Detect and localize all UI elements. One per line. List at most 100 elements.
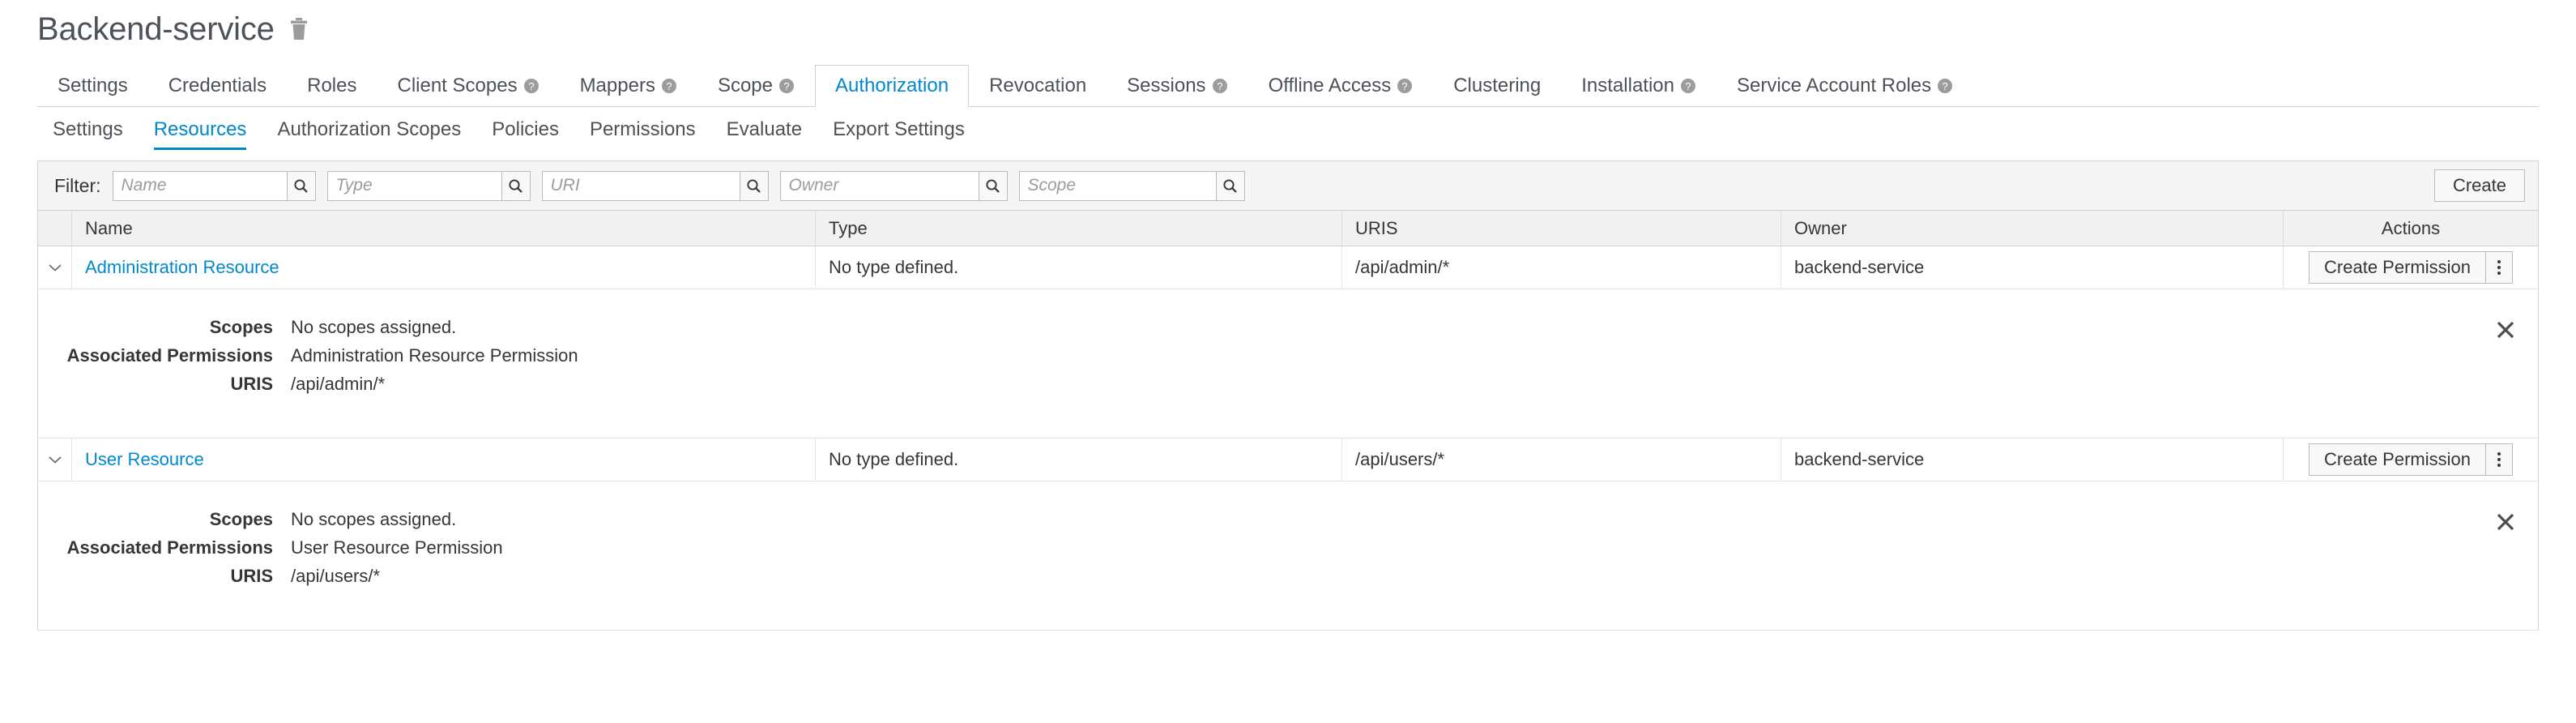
tab-service-account-roles[interactable]: Service Account Roles ? xyxy=(1717,65,1973,107)
chevron-down-icon xyxy=(48,455,62,464)
search-scope-button[interactable] xyxy=(1216,171,1245,201)
filter-scope-input[interactable] xyxy=(1019,171,1216,201)
help-icon[interactable]: ? xyxy=(1680,78,1696,94)
kebab-dot xyxy=(2497,266,2501,269)
tab-scope[interactable]: Scope ? xyxy=(697,65,815,107)
row-action-button-group: Create Permission xyxy=(2309,443,2513,476)
detail-permissions-label: Associated Permissions xyxy=(38,345,273,366)
row-kebab-menu-button[interactable] xyxy=(2486,443,2513,476)
header-owner: Owner xyxy=(1781,211,2284,246)
help-icon[interactable]: ? xyxy=(1397,78,1413,94)
kebab-dot xyxy=(2497,464,2501,467)
subtab-label: Permissions xyxy=(590,118,696,140)
svg-text:?: ? xyxy=(1685,80,1691,92)
detail-permissions-link[interactable]: User Resource Permission xyxy=(291,537,503,558)
tab-credentials[interactable]: Credentials xyxy=(148,65,287,107)
tab-revocation[interactable]: Revocation xyxy=(969,65,1107,107)
help-icon[interactable]: ? xyxy=(778,78,795,94)
table-row[interactable]: Administration Resource No type defined.… xyxy=(37,246,2539,289)
detail-row-permissions: Associated Permissions User Resource Per… xyxy=(38,537,2538,558)
close-icon[interactable] xyxy=(2494,511,2517,533)
tab-installation[interactable]: Installation ? xyxy=(1561,65,1717,107)
table-row[interactable]: User Resource No type defined. /api/user… xyxy=(37,439,2539,481)
tab-sessions[interactable]: Sessions ? xyxy=(1107,65,1247,107)
resource-name-link[interactable]: User Resource xyxy=(85,449,204,470)
subtab-label: Evaluate xyxy=(727,118,802,140)
detail-uris-value: /api/admin/* xyxy=(291,374,385,395)
resources-table: Name Type URIS Owner Actions Administrat… xyxy=(37,211,2539,631)
table-header-row: Name Type URIS Owner Actions xyxy=(37,211,2539,246)
subtab-resources[interactable]: Resources xyxy=(139,110,262,152)
subtab-permissions[interactable]: Permissions xyxy=(574,110,711,152)
close-icon[interactable] xyxy=(2494,319,2517,341)
filter-owner-input[interactable] xyxy=(780,171,979,201)
detail-row-permissions: Associated Permissions Administration Re… xyxy=(38,345,2538,366)
tab-label: Roles xyxy=(307,76,356,96)
filter-name-input[interactable] xyxy=(113,171,287,201)
tab-roles[interactable]: Roles xyxy=(287,65,377,107)
filter-group-owner xyxy=(780,171,1008,201)
detail-permissions-link[interactable]: Administration Resource Permission xyxy=(291,345,578,366)
search-name-button[interactable] xyxy=(287,171,316,201)
help-icon[interactable]: ? xyxy=(661,78,677,94)
header-uris: URIS xyxy=(1342,211,1781,246)
header-name: Name xyxy=(72,211,816,246)
tab-settings[interactable]: Settings xyxy=(37,65,148,107)
search-type-button[interactable] xyxy=(501,171,531,201)
detail-rows: Scopes No scopes assigned. Associated Pe… xyxy=(38,317,2538,395)
tab-offline-access[interactable]: Offline Access ? xyxy=(1248,65,1434,107)
detail-row-scopes: Scopes No scopes assigned. xyxy=(38,317,2538,338)
filter-uri-input[interactable] xyxy=(542,171,740,201)
tab-authorization[interactable]: Authorization xyxy=(815,65,969,107)
row-expand-toggle[interactable] xyxy=(38,246,72,289)
kebab-dot xyxy=(2497,260,2501,263)
detail-uris-value: /api/users/* xyxy=(291,566,380,587)
detail-scopes-label: Scopes xyxy=(38,317,273,338)
filter-type-input[interactable] xyxy=(327,171,501,201)
detail-scopes-value: No scopes assigned. xyxy=(291,509,456,530)
filter-group-name xyxy=(113,171,316,201)
tab-label: Settings xyxy=(58,76,128,96)
row-actions-cell: Create Permission xyxy=(2284,439,2538,481)
svg-text:?: ? xyxy=(1402,80,1408,92)
header-caret-spacer xyxy=(38,211,72,246)
tab-label: Mappers xyxy=(580,76,655,96)
help-icon[interactable]: ? xyxy=(1937,78,1953,94)
subtab-authorization-scopes[interactable]: Authorization Scopes xyxy=(262,110,476,152)
create-permission-button[interactable]: Create Permission xyxy=(2309,251,2486,284)
row-type-cell: No type defined. xyxy=(816,246,1342,289)
row-kebab-menu-button[interactable] xyxy=(2486,251,2513,284)
subtab-evaluate[interactable]: Evaluate xyxy=(711,110,817,152)
filter-group-scope xyxy=(1019,171,1245,201)
search-uri-button[interactable] xyxy=(740,171,769,201)
help-icon[interactable]: ? xyxy=(1212,78,1228,94)
create-button[interactable]: Create xyxy=(2434,169,2525,202)
create-permission-button[interactable]: Create Permission xyxy=(2309,443,2486,476)
row-uris-cell: /api/admin/* xyxy=(1342,246,1781,289)
detail-row-uris: URIS /api/admin/* xyxy=(38,374,2538,395)
tab-clustering[interactable]: Clustering xyxy=(1433,65,1561,107)
row-expand-toggle[interactable] xyxy=(38,439,72,481)
row-detail-panel: Scopes No scopes assigned. Associated Pe… xyxy=(37,481,2539,631)
subtab-label: Resources xyxy=(154,118,247,140)
subtab-export-settings[interactable]: Export Settings xyxy=(817,110,980,152)
resource-name-link[interactable]: Administration Resource xyxy=(85,257,279,278)
tab-client-scopes[interactable]: Client Scopes ? xyxy=(377,65,559,107)
tab-label: Sessions xyxy=(1127,76,1205,96)
detail-uris-label: URIS xyxy=(38,374,273,395)
subtab-settings[interactable]: Settings xyxy=(37,110,139,152)
primary-tab-bar: Settings Credentials Roles Client Scopes… xyxy=(37,62,2539,107)
row-actions-cell: Create Permission xyxy=(2284,246,2538,289)
filter-group-uri xyxy=(542,171,769,201)
tab-mappers[interactable]: Mappers ? xyxy=(560,65,697,107)
detail-row-uris: URIS /api/users/* xyxy=(38,566,2538,587)
subtab-policies[interactable]: Policies xyxy=(476,110,574,152)
svg-text:?: ? xyxy=(528,80,534,92)
help-icon[interactable]: ? xyxy=(523,78,540,94)
detail-scopes-label: Scopes xyxy=(38,509,273,530)
search-owner-button[interactable] xyxy=(979,171,1008,201)
tab-label: Clustering xyxy=(1453,76,1541,96)
filter-group-type xyxy=(327,171,531,201)
trash-icon[interactable] xyxy=(289,18,309,41)
row-action-button-group: Create Permission xyxy=(2309,251,2513,284)
